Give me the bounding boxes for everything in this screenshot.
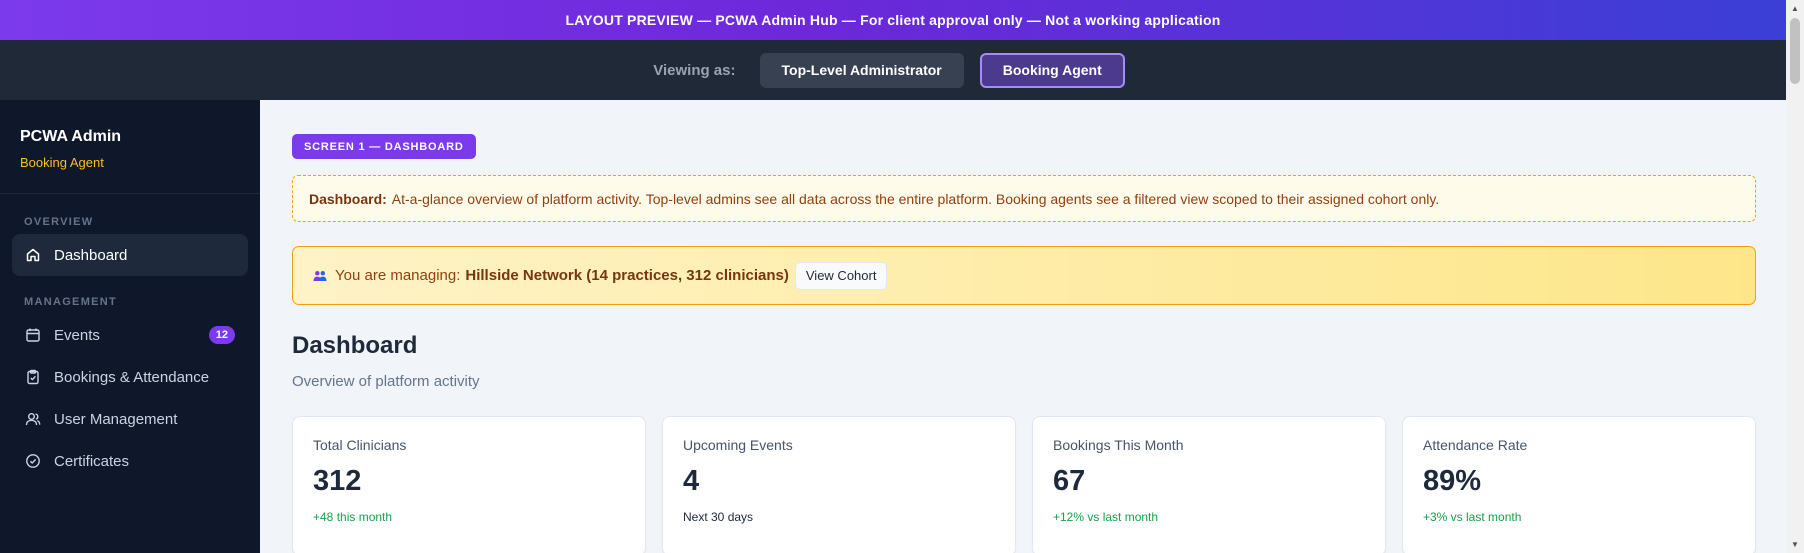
dashboard-note: Dashboard: At-a-glance overview of platf…: [292, 175, 1756, 222]
sidebar-item-dashboard[interactable]: Dashboard: [12, 234, 248, 276]
home-icon: [25, 247, 41, 263]
view-cohort-button[interactable]: View Cohort: [794, 261, 888, 290]
role-booking-agent-button[interactable]: Booking Agent: [979, 52, 1125, 88]
stat-value: 312: [313, 465, 362, 497]
stat-trend: +48 this month: [313, 510, 393, 524]
sidebar-item-certificates[interactable]: Certificates: [12, 440, 248, 482]
sidebar-role: Booking Agent: [20, 155, 104, 170]
scroll-up-arrow-icon[interactable]: ▲: [1791, 4, 1799, 13]
nav-section-management: MANAGEMENT: [24, 296, 118, 308]
sidebar-item-events[interactable]: Events 12: [12, 314, 248, 356]
sidebar-item-label: User Management: [54, 410, 178, 428]
stat-card-upcoming-events: Upcoming Events 4 Next 30 days: [662, 416, 1016, 553]
page-scrollbar[interactable]: ▲ ▼: [1786, 0, 1804, 553]
sidebar-title: PCWA Admin: [20, 128, 122, 145]
nav-section-overview: OVERVIEW: [24, 216, 94, 228]
scroll-thumb[interactable]: [1790, 18, 1800, 84]
sidebar-item-label: Bookings & Attendance: [54, 368, 210, 386]
note-text: At-a-glance overview of platform activit…: [391, 190, 1440, 207]
sidebar-item-user-management[interactable]: User Management: [12, 398, 248, 440]
role-switcher: Viewing as: Top-Level Administrator Book…: [0, 40, 1786, 100]
cohort-banner: You are managing: Hillside Network (14 p…: [292, 246, 1756, 305]
role-switcher-label: Viewing as:: [653, 61, 736, 79]
preview-banner-text: LAYOUT PREVIEW — PCWA Admin Hub — For cl…: [565, 12, 1221, 28]
stat-trend: +12% vs last month: [1053, 510, 1159, 524]
sidebar-brand: PCWA Admin Booking Agent: [0, 100, 260, 194]
page-title: Dashboard: [292, 332, 418, 359]
events-count-badge: 12: [208, 326, 235, 344]
sidebar-item-label: Dashboard: [54, 246, 128, 264]
note-label: Dashboard:: [309, 190, 387, 207]
sidebar-item-bookings[interactable]: Bookings & Attendance: [12, 356, 248, 398]
stat-trend: +3% vs last month: [1423, 510, 1522, 524]
stats-row: Total Clinicians 312 +48 this month Upco…: [292, 416, 1756, 553]
sidebar: PCWA Admin Booking Agent OVERVIEW Dashbo…: [0, 100, 260, 553]
stat-trend: Next 30 days: [683, 510, 754, 524]
preview-banner: LAYOUT PREVIEW — PCWA Admin Hub — For cl…: [0, 0, 1786, 40]
stat-value: 89%: [1423, 465, 1482, 497]
scroll-down-arrow-icon[interactable]: ▼: [1791, 540, 1799, 549]
page-subtitle: Overview of platform activity: [292, 373, 480, 390]
cohort-prefix: You are managing:: [335, 267, 461, 284]
clipboard-icon: [25, 369, 41, 385]
cohort-name: Hillside Network (14 practices, 312 clin…: [465, 267, 789, 284]
stat-label: Total Clinicians: [313, 437, 407, 453]
stat-label: Upcoming Events: [683, 437, 793, 453]
stat-label: Bookings This Month: [1053, 437, 1184, 453]
stat-value: 67: [1053, 465, 1086, 497]
check-circle-icon: [25, 453, 41, 469]
users-icon: [25, 411, 41, 427]
main-content: SCREEN 1 — DASHBOARD Dashboard: At-a-gla…: [260, 100, 1786, 553]
sidebar-item-label: Events: [54, 326, 100, 344]
stat-card-total-clinicians: Total Clinicians 312 +48 this month: [292, 416, 646, 553]
calendar-icon: [25, 327, 41, 343]
stat-card-attendance-rate: Attendance Rate 89% +3% vs last month: [1402, 416, 1756, 553]
stat-label: Attendance Rate: [1423, 437, 1528, 453]
stat-value: 4: [683, 465, 700, 497]
screen-tag: SCREEN 1 — DASHBOARD: [292, 134, 476, 159]
role-admin-button[interactable]: Top-Level Administrator: [759, 52, 964, 88]
people-icon: [313, 270, 327, 282]
stat-card-bookings-this-month: Bookings This Month 67 +12% vs last mont…: [1032, 416, 1386, 553]
sidebar-item-label: Certificates: [54, 452, 130, 470]
